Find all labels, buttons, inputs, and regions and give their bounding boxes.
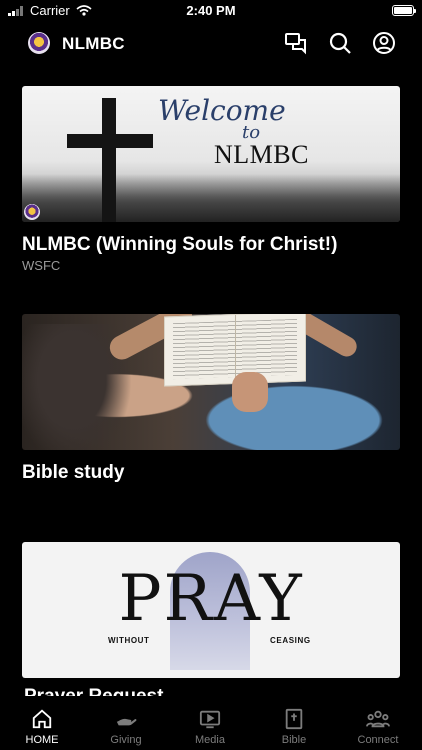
tab-home[interactable]: HOME (0, 708, 84, 746)
tab-bible[interactable]: Bible (252, 708, 336, 746)
chat-icon[interactable] (284, 31, 308, 55)
tab-label: Bible (281, 734, 307, 746)
header-actions (284, 31, 396, 55)
pray-right-text: CEASING (270, 636, 311, 645)
pray-banner[interactable]: PRAY WITHOUT CEASING (22, 542, 400, 678)
app-header: NLMBC (0, 28, 422, 60)
card-title[interactable]: Bible study (22, 462, 400, 484)
status-time: 2:40 PM (186, 3, 236, 18)
card-welcome[interactable]: Welcome to NLMBC NLMBC (Winning Souls fo… (22, 86, 400, 314)
app-title: NLMBC (62, 34, 125, 53)
battery-icon (392, 5, 416, 16)
card-source-logo (24, 204, 40, 220)
bible-study-image[interactable] (22, 314, 400, 450)
card-bible-study[interactable]: Bible study (22, 314, 400, 542)
media-play-icon (199, 710, 221, 729)
tab-media[interactable]: Media (168, 708, 252, 746)
tab-label: Media (195, 734, 225, 746)
content-feed: Welcome to NLMBC NLMBC (Winning Souls fo… (22, 86, 400, 682)
tab-label: Connect (357, 734, 399, 746)
giving-hand-icon (116, 718, 137, 726)
tab-giving[interactable]: Giving (84, 708, 168, 746)
card-title[interactable]: NLMBC (Winning Souls for Christ!) (22, 234, 400, 256)
pray-left-text: WITHOUT (108, 636, 150, 645)
status-bar: Carrier 2:40 PM (0, 0, 422, 24)
tab-label: Giving (110, 734, 142, 746)
home-icon (32, 709, 52, 729)
tab-label: HOME (25, 734, 59, 746)
search-icon[interactable] (328, 31, 352, 55)
cross-graphic (102, 98, 116, 222)
church-logo[interactable] (28, 32, 50, 54)
tab-connect[interactable]: Connect (336, 708, 420, 746)
profile-icon[interactable] (372, 31, 396, 55)
welcome-banner[interactable]: Welcome to NLMBC (22, 86, 400, 222)
connect-people-icon (366, 710, 390, 728)
card-subtitle: WSFC (22, 258, 61, 273)
bible-book-icon (285, 708, 303, 730)
bottom-tab-bar: HOME Giving Media Bible Connect (0, 696, 422, 750)
card-prayer-request[interactable]: PRAY WITHOUT CEASING (22, 542, 400, 682)
pray-big-text: PRAY (118, 562, 304, 636)
banner-welcome-text: Welcome (158, 94, 286, 127)
banner-name-text: NLMBC (214, 140, 309, 169)
